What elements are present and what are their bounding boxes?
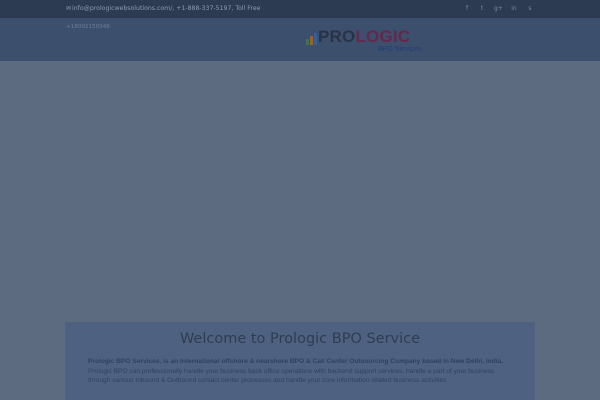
facebook-icon[interactable]: f [463,5,471,13]
google-plus-icon[interactable]: g+ [494,5,503,13]
logo-wordmark: PROLOGIC [318,27,410,47]
toll-free-number[interactable]: +18002150348 [66,24,110,30]
logo-bar [314,33,317,45]
intro-body: Prologic BPO can professionally handle y… [88,367,495,385]
logo-bar [310,36,313,45]
contact-info: ✉info@prologicwebsolutions.com/, +1-888-… [66,5,260,12]
logo-bars-icon [306,33,318,45]
contact-text[interactable]: info@prologicwebsolutions.com/, +1-888-3… [72,5,260,12]
envelope-icon: ✉ [66,5,72,12]
welcome-title: Welcome to Prologic BPO Service [179,331,421,347]
linkedin-icon[interactable]: in [510,5,518,13]
logo-bar [306,39,309,45]
logo-logic: LOGIC [355,27,411,46]
skype-icon[interactable]: s [526,5,534,13]
top-bar: ✉info@prologicwebsolutions.com/, +1-888-… [0,0,600,18]
logo-subtitle: BPO Services [378,46,422,53]
intro-bold: Prologic BPO Services, is an Internation… [88,358,504,365]
twitter-icon[interactable]: t [478,5,486,13]
site-logo[interactable]: PROLOGIC BPO Services [306,27,432,55]
logo-pro: PRO [318,27,356,46]
intro-text: Prologic BPO Services, is an Internation… [88,357,518,386]
